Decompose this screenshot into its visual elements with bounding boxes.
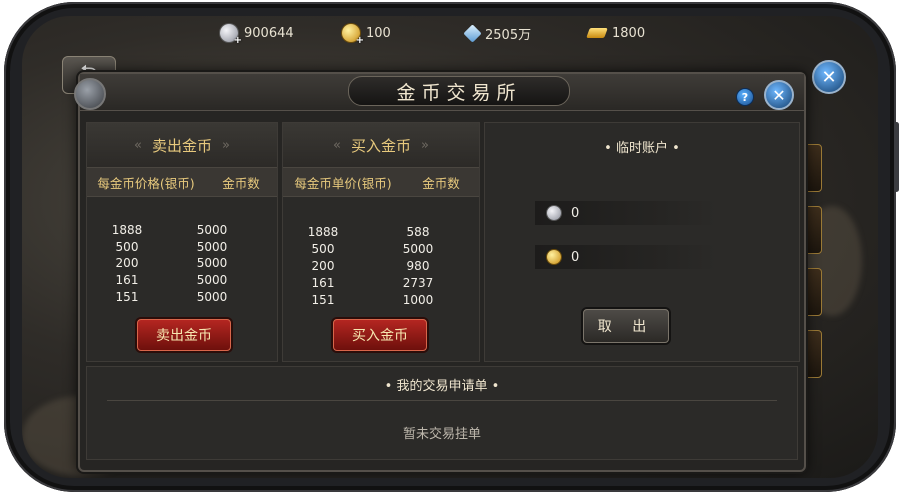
arrow-left-icon: « — [333, 137, 341, 153]
col-price-header: 每金币价格(银币) — [97, 175, 195, 191]
table-row[interactable]: 200 5000 — [87, 256, 277, 273]
account-title: • 临时账户 • — [485, 137, 799, 156]
col-price-header: 每金币单价(银币) — [294, 175, 392, 191]
orders-title: • 我的交易申请单 • — [87, 375, 797, 394]
resource-value: 100 — [366, 25, 391, 41]
price-cell: 1888 — [111, 223, 143, 237]
price-cell: 151 — [311, 293, 335, 307]
buy-table-header: 每金币单价(银币) 金币数 — [283, 167, 479, 197]
orders-title-label: 我的交易申请单 — [396, 379, 488, 394]
table-row[interactable]: 151 1000 — [283, 293, 479, 310]
col-amount-header: 金币数 — [422, 175, 460, 191]
withdraw-button[interactable]: 取 出 — [583, 309, 669, 343]
account-silver-value: 0 — [571, 205, 580, 221]
diamond-ornament-icon: • — [491, 379, 500, 394]
price-cell: 500 — [311, 242, 335, 256]
table-row[interactable]: 200 980 — [283, 259, 479, 276]
help-button[interactable]: ? — [736, 88, 754, 106]
title-bar: 金币交易所 ? ✕ — [74, 74, 804, 111]
resource-gold-bar[interactable]: 1800 — [586, 22, 646, 44]
resource-silver[interactable]: + 900644 — [220, 22, 294, 46]
resource-value: 2505万 — [485, 27, 532, 43]
phone-side-button — [894, 122, 899, 192]
table-row[interactable]: 500 5000 — [283, 242, 479, 259]
resource-diamond[interactable]: 2505万 — [463, 22, 532, 44]
buy-heading: « 买入金币 » — [283, 123, 479, 167]
gold-bar-icon — [586, 28, 608, 38]
close-button[interactable]: ✕ — [764, 80, 794, 110]
amount-cell: 980 — [406, 259, 430, 273]
sell-rows: 1888 5000 500 5000 200 5000 161 5000 151 5000 — [87, 223, 277, 307]
account-gold-row: 0 — [535, 245, 717, 269]
silver-coin-icon — [547, 206, 561, 220]
window-title: 金币交易所 — [348, 76, 570, 106]
amount-cell: 588 — [406, 225, 430, 239]
sell-heading-label: 卖出金币 — [151, 136, 212, 155]
orders-empty-text: 暂未交易挂单 — [402, 427, 481, 442]
phone-frame: + 900644 + 100 2505万 1800 ⮌ — [4, 2, 899, 492]
close-icon: ✕ — [821, 66, 837, 88]
buy-heading-label: 买入金币 — [350, 136, 411, 155]
account-gold-value: 0 — [571, 249, 580, 265]
exchange-panel: 金币交易所 ? ✕ « 卖出金币 » 每金币价格(银币) 金币数 1888 50… — [74, 72, 806, 472]
buy-column: « 买入金币 » 每金币单价(银币) 金币数 1888 588 500 5000 2… — [282, 122, 480, 362]
col-amount-header: 金币数 — [222, 175, 260, 191]
diamond-icon — [463, 23, 482, 43]
close-icon: ✕ — [772, 85, 786, 105]
table-row[interactable]: 1888 588 — [283, 225, 479, 242]
account-column: • 临时账户 • 0 0 取 出 — [484, 122, 800, 362]
amount-cell: 5000 — [402, 242, 434, 256]
price-cell: 1888 — [307, 225, 339, 239]
sell-gold-button[interactable]: 卖出金币 — [137, 319, 231, 351]
table-row[interactable]: 161 2737 — [283, 276, 479, 293]
divider — [107, 400, 777, 401]
amount-cell: 5000 — [196, 223, 228, 237]
account-title-label: 临时账户 — [615, 141, 668, 156]
amount-cell: 5000 — [196, 256, 228, 270]
table-row[interactable]: 151 5000 — [87, 290, 277, 307]
silver-coin-icon: + — [220, 24, 242, 46]
amount-cell: 2737 — [402, 276, 434, 290]
sell-column: « 卖出金币 » 每金币价格(银币) 金币数 1888 5000 500 5000 … — [86, 122, 278, 362]
panel-content: « 卖出金币 » 每金币价格(银币) 金币数 1888 5000 500 5000 … — [86, 122, 800, 464]
diamond-ornament-icon: • — [384, 379, 393, 394]
sell-heading: « 卖出金币 » — [87, 123, 277, 167]
sell-table-header: 每金币价格(银币) 金币数 — [87, 167, 277, 197]
arrow-left-icon: « — [134, 137, 142, 153]
amount-cell: 5000 — [196, 240, 228, 254]
resource-gold[interactable]: + 100 — [342, 22, 391, 46]
amount-cell: 5000 — [196, 290, 228, 304]
account-silver-row: 0 — [535, 201, 717, 225]
table-row[interactable]: 161 5000 — [87, 273, 277, 290]
resource-value: 1800 — [612, 25, 646, 41]
price-cell: 151 — [115, 290, 139, 304]
gold-coin-icon — [547, 250, 561, 264]
resource-value: 900644 — [244, 25, 294, 41]
price-cell: 200 — [311, 259, 335, 273]
buy-gold-button[interactable]: 买入金币 — [333, 319, 427, 351]
table-row[interactable]: 500 5000 — [87, 240, 277, 256]
price-cell: 161 — [115, 273, 139, 287]
diamond-ornament-icon: • — [604, 141, 612, 156]
arrow-right-icon: » — [222, 137, 230, 153]
price-cell: 200 — [115, 256, 139, 270]
buy-rows: 1888 588 500 5000 200 980 161 2737 151 1000 — [283, 225, 479, 310]
outer-close-button[interactable]: ✕ — [812, 60, 846, 94]
resource-bar: + 900644 + 100 2505万 1800 — [22, 16, 878, 50]
amount-cell: 5000 — [196, 273, 228, 287]
price-cell: 161 — [311, 276, 335, 290]
price-cell: 500 — [115, 240, 139, 254]
help-icon: ? — [741, 90, 749, 104]
my-orders-section: • 我的交易申请单 • 暂未交易挂单 — [86, 366, 798, 460]
game-screen: + 900644 + 100 2505万 1800 ⮌ — [22, 16, 878, 478]
ornament-orb — [74, 78, 106, 110]
gold-coin-icon: + — [342, 24, 364, 46]
diamond-ornament-icon: • — [672, 141, 680, 156]
arrow-right-icon: » — [421, 137, 429, 153]
amount-cell: 1000 — [402, 293, 434, 307]
table-row[interactable]: 1888 5000 — [87, 223, 277, 240]
